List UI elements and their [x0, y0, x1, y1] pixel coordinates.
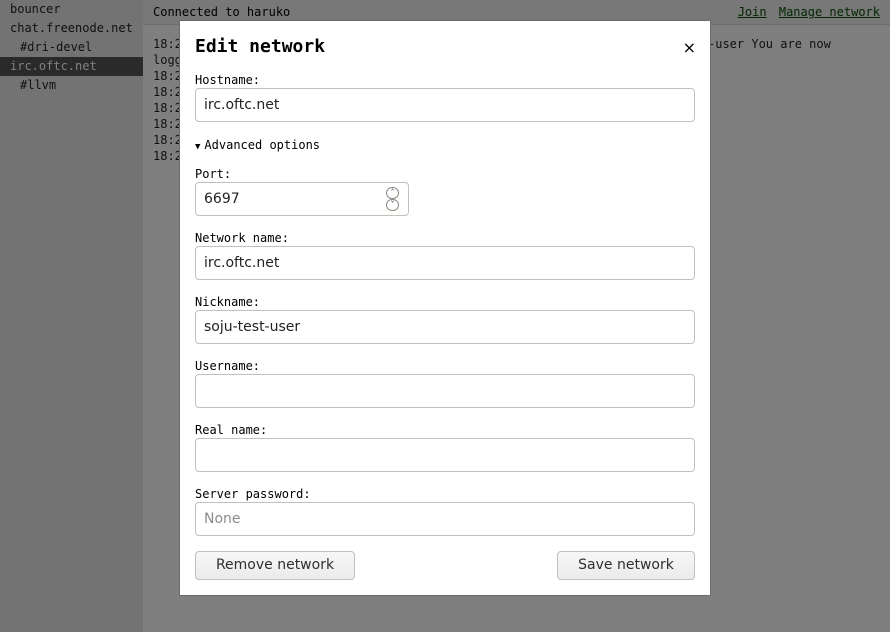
nickname-label: Nickname:: [195, 295, 261, 309]
hostname-input[interactable]: irc.oftc.net: [195, 88, 695, 122]
edit-network-dialog: Edit network × Hostname: irc.oftc.net ▼ A…: [179, 20, 711, 596]
disclosure-triangle-icon: ▼: [195, 142, 201, 152]
port-spinner: ˄ ˅: [386, 187, 399, 211]
server-password-input[interactable]: None: [195, 502, 695, 536]
realname-label: Real name:: [195, 423, 268, 437]
port-input[interactable]: 6697 ˄ ˅: [195, 182, 409, 216]
network-name-input[interactable]: irc.oftc.net: [195, 246, 695, 280]
network-name-label: Network name:: [195, 231, 289, 245]
server-password-label: Server password:: [195, 487, 311, 501]
username-label: Username:: [195, 359, 261, 373]
port-value: 6697: [204, 191, 240, 207]
close-icon[interactable]: ×: [683, 38, 696, 57]
username-input[interactable]: [195, 374, 695, 408]
nickname-input[interactable]: soju-test-user: [195, 310, 695, 344]
advanced-options-label: Advanced options: [204, 138, 321, 152]
advanced-options-toggle[interactable]: ▼ Advanced options: [195, 138, 320, 152]
dialog-title: Edit network: [195, 36, 326, 57]
remove-network-button[interactable]: Remove network: [195, 551, 355, 580]
decrement-icon[interactable]: ˅: [386, 199, 399, 211]
realname-input[interactable]: [195, 438, 695, 472]
hostname-label: Hostname:: [195, 73, 261, 87]
increment-icon[interactable]: ˄: [386, 187, 399, 199]
save-network-button[interactable]: Save network: [557, 551, 695, 580]
port-label: Port:: [195, 167, 232, 181]
